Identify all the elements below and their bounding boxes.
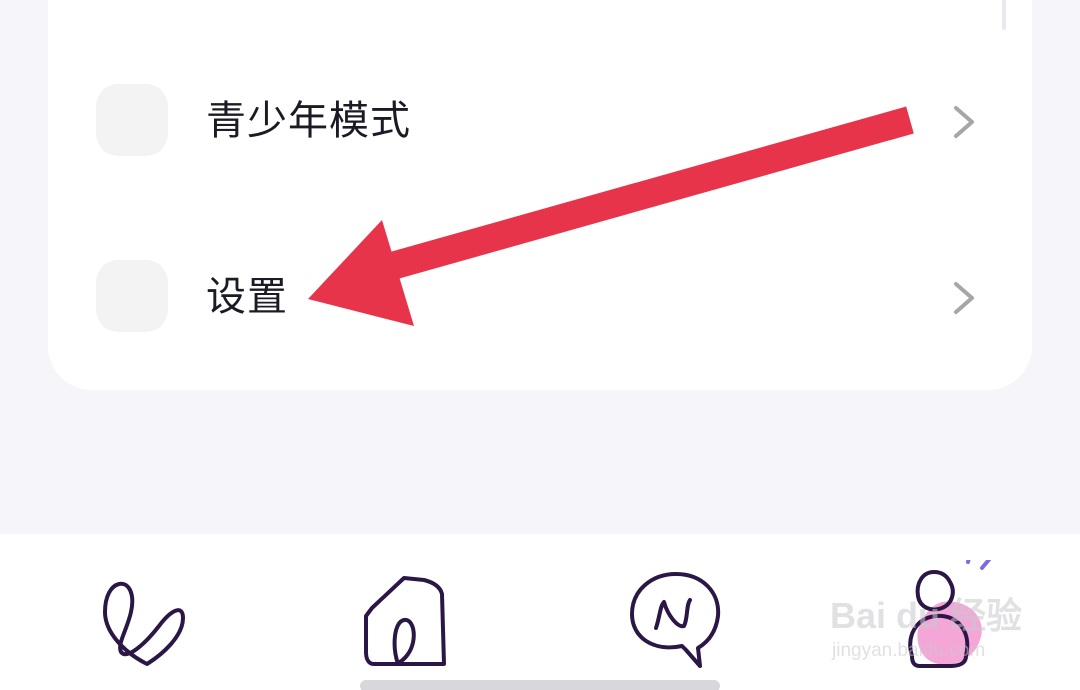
menu-item-label: 青少年模式 [206, 98, 411, 144]
profile-person-icon [908, 544, 994, 668]
tab-discover[interactable] [87, 560, 197, 670]
chevron-right-icon [954, 106, 974, 138]
bottom-tab-bar [0, 534, 1080, 690]
chevron-right-icon [954, 282, 974, 314]
chat-bubble-n-icon [630, 572, 721, 668]
house-icon [364, 576, 446, 666]
settings-icon [96, 260, 168, 332]
menu-item-settings[interactable]: 设置 [48, 236, 1032, 366]
youth-mode-icon [96, 84, 168, 156]
scrollbar[interactable] [1002, 0, 1006, 30]
menu-item-youth-mode[interactable]: 青少年模式 [48, 60, 1032, 190]
tab-home[interactable] [352, 560, 462, 670]
tab-profile[interactable] [886, 544, 996, 670]
heart-swirl-icon [103, 581, 185, 666]
tab-messages[interactable] [620, 560, 730, 670]
screen: 青少年模式 设置 Bai du 经验 jingyan.baidu.com [0, 0, 1080, 690]
home-indicator[interactable] [360, 680, 720, 690]
menu-item-label: 设置 [206, 274, 288, 320]
